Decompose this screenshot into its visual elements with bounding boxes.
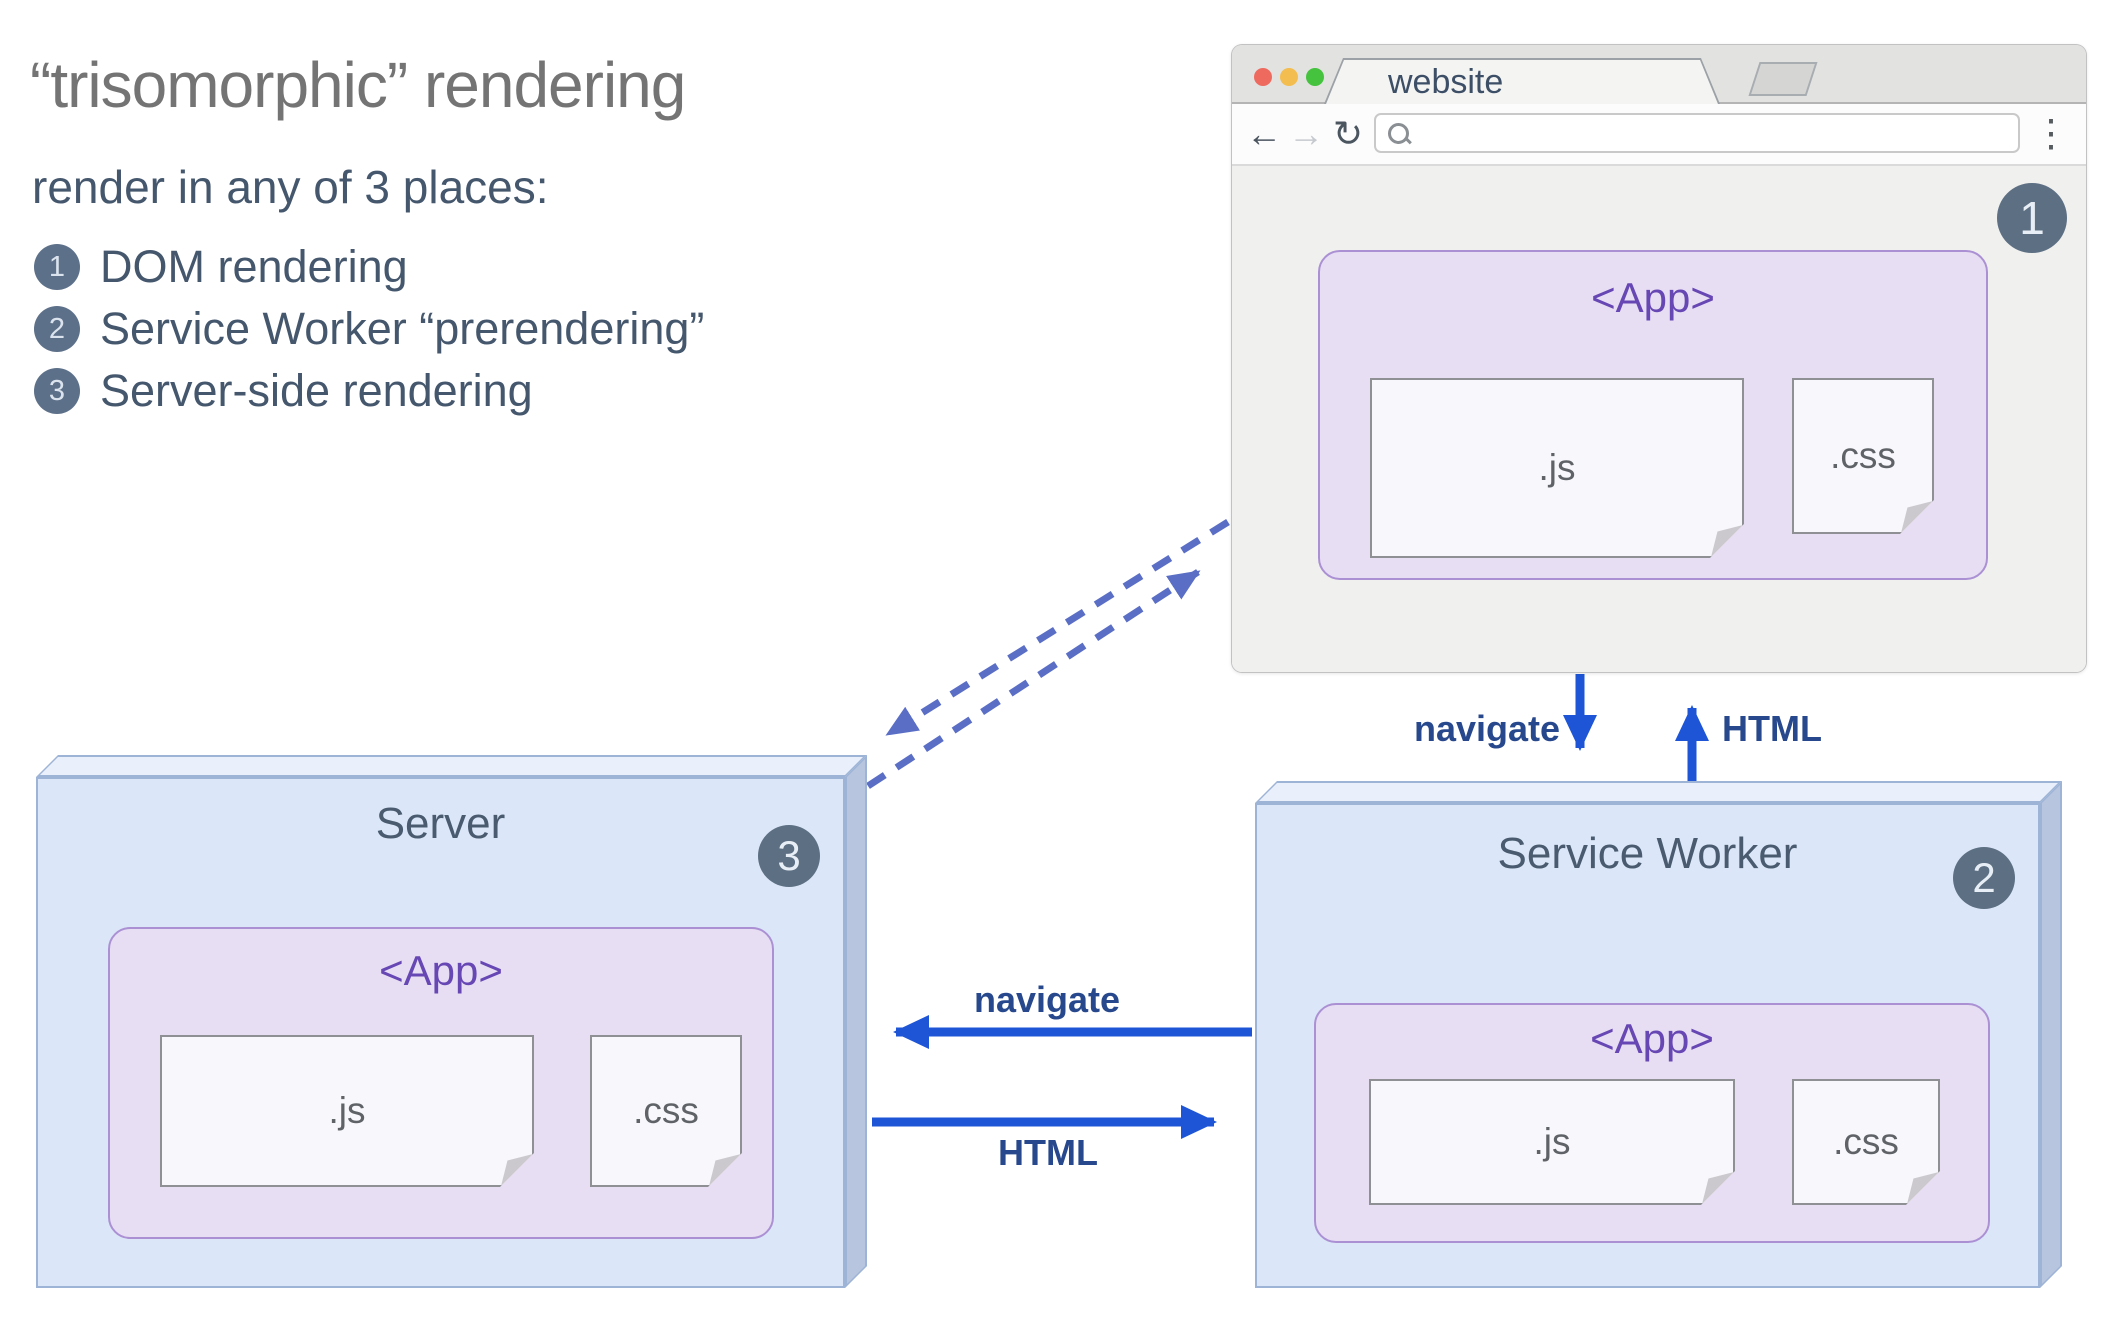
forward-icon[interactable]: → bbox=[1286, 110, 1326, 158]
server-box-top-face bbox=[36, 755, 867, 777]
reload-icon[interactable]: ↻ bbox=[1328, 110, 1368, 158]
menu-dots-icon[interactable]: ⋮ bbox=[2032, 110, 2070, 158]
app-container: <App> .js .css bbox=[1314, 1003, 1990, 1243]
service-worker-box-top-face bbox=[1255, 781, 2062, 803]
app-title: <App> bbox=[1591, 274, 1715, 321]
file-label: .js bbox=[328, 1090, 366, 1131]
browser-window: website ← → ↻ ⋮ 1 <App> .js .css bbox=[1232, 45, 2086, 672]
page-title: “trisomorphic” rendering bbox=[30, 49, 686, 121]
app-container: <App> .js .css bbox=[108, 927, 774, 1239]
dashed-arrow-to-browser bbox=[866, 569, 1201, 789]
app-container: <App> .js .css bbox=[1318, 250, 1988, 580]
js-file-icon: .js bbox=[1369, 1079, 1735, 1205]
legend-number-badge: 3 bbox=[34, 368, 80, 414]
server-box-right-face bbox=[845, 755, 867, 1288]
legend-label: Server-side rendering bbox=[100, 365, 533, 416]
service-worker-box-right-face bbox=[2040, 781, 2062, 1288]
file-label: .js bbox=[1538, 447, 1576, 488]
js-file-icon: .js bbox=[160, 1035, 534, 1187]
search-icon bbox=[1388, 122, 1409, 144]
browser-tab[interactable]: website bbox=[1324, 58, 1720, 104]
browser-tab-bar: website bbox=[1232, 45, 2086, 104]
legend-item-server-side: 3 Server-side rendering bbox=[34, 365, 533, 416]
step-badge-2: 2 bbox=[1953, 847, 2015, 909]
service-worker-box: Service Worker 2 <App> .js .css bbox=[1255, 781, 2062, 1288]
file-label: .css bbox=[1833, 1121, 1899, 1162]
maximize-window-icon[interactable] bbox=[1306, 68, 1324, 86]
legend-number-badge: 2 bbox=[34, 306, 80, 352]
file-label: .css bbox=[633, 1090, 699, 1131]
navigate-left-label: navigate bbox=[973, 979, 1121, 1020]
app-title: <App> bbox=[1590, 1015, 1714, 1062]
legend-item-dom: 1 DOM rendering bbox=[34, 241, 408, 292]
url-bar[interactable] bbox=[1374, 113, 2020, 153]
legend-item-service-worker: 2 Service Worker “prerendering” bbox=[34, 303, 705, 354]
new-tab-button[interactable] bbox=[1748, 62, 1818, 96]
navigate-down-label: navigate bbox=[1413, 708, 1561, 749]
file-label: .css bbox=[1830, 435, 1896, 476]
legend-label: DOM rendering bbox=[100, 241, 408, 292]
css-file-icon: .css bbox=[1792, 378, 1934, 534]
css-file-icon: .css bbox=[1792, 1079, 1940, 1205]
service-worker-title: Service Worker bbox=[1497, 829, 1798, 878]
browser-viewport: 1 <App> .js .css bbox=[1232, 166, 2086, 672]
tab-title: website bbox=[1388, 62, 1504, 101]
back-icon[interactable]: ← bbox=[1244, 110, 1284, 158]
file-label: .js bbox=[1533, 1121, 1571, 1162]
step-badge-3: 3 bbox=[758, 825, 820, 887]
server-box: Server 3 <App> .js .css bbox=[36, 755, 867, 1288]
dashed-arrow-to-server bbox=[885, 519, 1230, 737]
close-window-icon[interactable] bbox=[1254, 68, 1272, 86]
step-badge-1: 1 bbox=[1997, 183, 2067, 253]
server-title: Server bbox=[375, 799, 506, 848]
legend-number-badge: 1 bbox=[34, 244, 80, 290]
diagram-canvas: “trisomorphic” rendering render in any o… bbox=[0, 0, 2108, 1328]
legend-label: Service Worker “prerendering” bbox=[100, 303, 705, 354]
css-file-icon: .css bbox=[590, 1035, 742, 1187]
subtitle: render in any of 3 places: bbox=[32, 161, 549, 213]
js-file-icon: .js bbox=[1370, 378, 1744, 558]
html-right-label: HTML bbox=[998, 1132, 1098, 1173]
minimize-window-icon[interactable] bbox=[1280, 68, 1298, 86]
html-up-label: HTML bbox=[1722, 708, 1822, 749]
browser-toolbar: ← → ↻ ⋮ bbox=[1232, 104, 2086, 166]
app-title: <App> bbox=[379, 947, 503, 994]
